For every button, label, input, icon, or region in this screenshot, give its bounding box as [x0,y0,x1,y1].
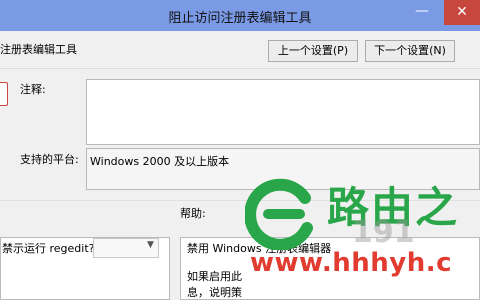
next-setting-button[interactable]: 下一个设置(N) [365,40,455,62]
help-line-3: 息，说明策 [187,286,242,299]
watermark-site: www.hhhyh.c [250,248,453,278]
chevron-down-icon: ▼ [147,240,154,250]
comment-textarea[interactable] [86,79,480,145]
window-title: 阻止访问注册表编辑工具 [168,11,312,26]
options-question: 禁示运行 regedit? [2,242,95,255]
policy-name: 注册表编辑工具 [0,43,77,56]
watermark-logo-icon [244,178,317,251]
help-label: 帮助: [180,207,206,220]
radio-group-edge[interactable] [0,82,8,106]
header-divider [0,68,480,69]
platform-label: 支持的平台: [20,153,79,166]
help-line-2: 如果启用此 [187,270,242,283]
platform-value: Windows 2000 及以上版本 [90,155,230,168]
previous-setting-button[interactable]: 上一个设置(P) [268,40,358,62]
comment-label: 注释: [20,83,46,96]
close-button[interactable]: ✕ [444,0,480,25]
minimize-button[interactable]: — [414,4,430,22]
watermark-number: 191 [352,215,415,250]
